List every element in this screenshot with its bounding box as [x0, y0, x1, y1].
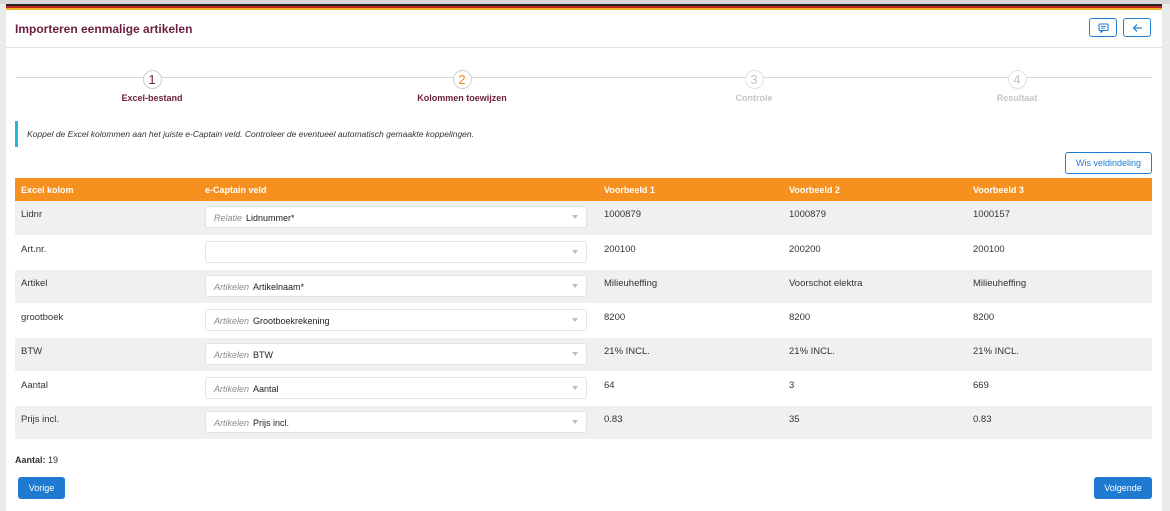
chevron-down-icon	[572, 385, 578, 390]
excel-column: Lidnr	[15, 201, 199, 236]
step-label: Controle	[735, 93, 773, 103]
example-1: 8200	[598, 303, 783, 338]
arrow-left-icon	[1132, 23, 1143, 33]
example-3: 200100	[967, 235, 1152, 270]
chevron-down-icon	[572, 249, 578, 254]
excel-column: BTW	[15, 337, 199, 372]
field-entity: Artikelen	[214, 383, 250, 394]
field-select[interactable]: Artikelen Aantal	[205, 376, 587, 399]
table-row: Prijs incl. Artikelen Prijs incl. 0.83 35…	[15, 405, 1152, 440]
table-header-row: Excel kolom e-Captain veld Voorbeeld 1 V…	[15, 178, 1152, 201]
previous-button[interactable]: Vorige	[18, 477, 65, 499]
page-title: Importeren eenmalige artikelen	[15, 22, 193, 36]
example-3: 8200	[967, 303, 1152, 338]
chevron-down-icon	[572, 419, 578, 424]
example-2: 35	[783, 405, 967, 440]
row-count: Aantal: 19	[15, 455, 58, 465]
header-excel-kolom: Excel kolom	[15, 178, 199, 201]
field-name: Grootboekrekening	[253, 315, 330, 326]
field-entity: Artikelen	[214, 417, 250, 428]
column-mapping-table: Excel kolom e-Captain veld Voorbeeld 1 V…	[15, 178, 1152, 440]
table-row: Lidnr Relatie Lidnummer* 1000879 1000879 …	[15, 201, 1152, 236]
step-label: Excel-bestand	[121, 93, 183, 103]
example-1: 0.83	[598, 405, 783, 440]
example-2: 21% INCL.	[783, 337, 967, 372]
field-name: Artikelnaam*	[253, 281, 305, 292]
excel-column: Aantal	[15, 371, 199, 406]
example-3: 21% INCL.	[967, 337, 1152, 372]
next-button[interactable]: Volgende	[1094, 477, 1152, 499]
step-kolommen-toewijzen: 2 Kolommen toewijzen	[382, 70, 542, 103]
example-2: 3	[783, 371, 967, 406]
chevron-down-icon	[572, 317, 578, 322]
example-1: 200100	[598, 235, 783, 270]
header-voorbeeld-2: Voorbeeld 2	[783, 178, 967, 201]
info-message: Koppel de Excel kolommen aan het juiste …	[15, 121, 615, 147]
excel-column: Prijs incl.	[15, 405, 199, 440]
table-row: Art.nr. 200100 200200 200100	[15, 235, 1152, 270]
table-row: Aantal Artikelen Aantal 64 3 669	[15, 371, 1152, 406]
header-ecaptain-veld: e-Captain veld	[199, 178, 598, 201]
field-entity: Artikelen	[214, 349, 250, 360]
table-row: Artikel Artikelen Artikelnaam* Milieuheff…	[15, 269, 1152, 304]
example-3: 0.83	[967, 405, 1152, 440]
panel-header: Importeren eenmalige artikelen	[6, 10, 1162, 48]
comment-button[interactable]	[1089, 18, 1117, 37]
field-entity: Artikelen	[214, 281, 250, 292]
step-resultaat: 4 Resultaat	[937, 70, 1097, 103]
example-3: Milieuheffing	[967, 269, 1152, 304]
count-value: 19	[48, 455, 59, 465]
example-2: Voorschot elektra	[783, 269, 967, 304]
step-excel-bestand: 1 Excel-bestand	[72, 70, 232, 103]
example-3: 1000157	[967, 201, 1152, 236]
example-2: 200200	[783, 235, 967, 270]
example-1: 64	[598, 371, 783, 406]
field-select[interactable]: Artikelen BTW	[205, 342, 587, 365]
back-button[interactable]	[1123, 18, 1151, 37]
field-select[interactable]: Artikelen Artikelnaam*	[205, 274, 587, 297]
example-1: 21% INCL.	[598, 337, 783, 372]
example-1: Milieuheffing	[598, 269, 783, 304]
import-panel: Importeren eenmalige artikelen 1 Excel-b…	[6, 4, 1162, 511]
excel-column: grootboek	[15, 303, 199, 338]
count-label: Aantal:	[15, 455, 46, 465]
field-select[interactable]: Artikelen Grootboekrekening	[205, 308, 587, 331]
step-number: 4	[1007, 70, 1027, 89]
step-number: 2	[452, 70, 472, 89]
table-row: grootboek Artikelen Grootboekrekening 820…	[15, 303, 1152, 338]
field-select[interactable]: Artikelen Prijs incl.	[205, 410, 587, 433]
excel-column: Art.nr.	[15, 235, 199, 270]
step-label: Resultaat	[996, 93, 1038, 103]
chevron-down-icon	[572, 351, 578, 356]
field-name: Prijs incl.	[253, 417, 290, 428]
example-2: 8200	[783, 303, 967, 338]
field-entity: Relatie	[214, 213, 243, 223]
field-select[interactable]	[205, 240, 587, 263]
field-name: Aantal	[253, 383, 279, 394]
header-voorbeeld-3: Voorbeeld 3	[967, 178, 1152, 201]
step-number: 1	[142, 70, 162, 89]
step-controle: 3 Controle	[674, 70, 834, 103]
step-label: Kolommen toewijzen	[417, 93, 507, 103]
field-name: BTW	[253, 349, 274, 360]
field-entity: Artikelen	[214, 315, 250, 326]
excel-column: Artikel	[15, 269, 199, 304]
step-number: 3	[744, 70, 764, 89]
chevron-down-icon	[572, 215, 578, 219]
reset-mapping-button[interactable]: Wis veldindeling	[1065, 152, 1152, 174]
table-row: BTW Artikelen BTW 21% INCL. 21% INCL. 21%…	[15, 337, 1152, 372]
example-1: 1000879	[598, 201, 783, 236]
header-voorbeeld-1: Voorbeeld 1	[598, 178, 783, 201]
chevron-down-icon	[572, 283, 578, 288]
example-3: 669	[967, 371, 1152, 406]
example-2: 1000879	[783, 201, 967, 236]
field-select[interactable]: Relatie Lidnummer*	[205, 206, 587, 228]
comment-icon	[1097, 22, 1109, 33]
field-name: Lidnummer*	[246, 213, 295, 223]
